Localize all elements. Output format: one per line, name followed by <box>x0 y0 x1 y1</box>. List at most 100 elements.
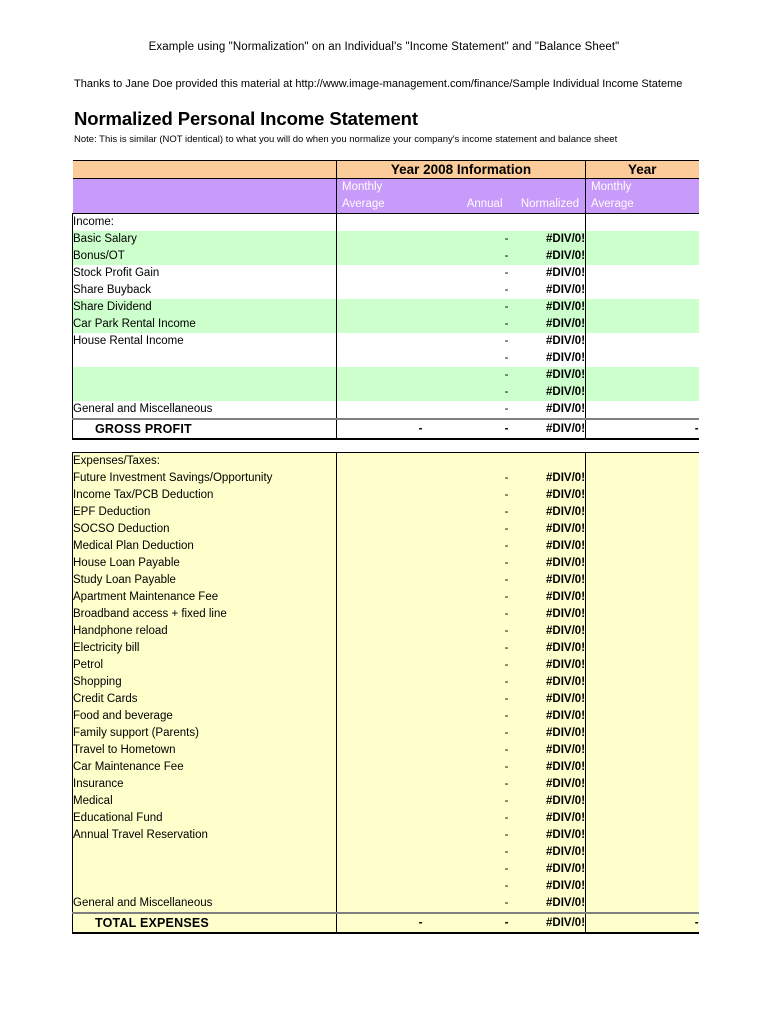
table-row: Handphone reload - #DIV/0! <box>72 623 699 640</box>
cell-normalized-y1: #DIV/0! <box>508 674 587 691</box>
cell-annual-y1: - <box>422 248 509 265</box>
total-monthly-average-y1: - <box>336 912 423 934</box>
cell-annual-y1: - <box>422 367 509 384</box>
cell-normalized-y1: #DIV/0! <box>508 470 587 487</box>
cell-monthly-average-y1 <box>336 316 423 333</box>
cell-normalized-y1: #DIV/0! <box>508 316 587 333</box>
total-annual-y1: - <box>422 418 509 440</box>
table-row: Petrol - #DIV/0! <box>72 657 699 674</box>
row-label: Food and beverage <box>72 708 337 725</box>
cell-normalized-y1: #DIV/0! <box>508 725 587 742</box>
table-row: Broadband access + fixed line - #DIV/0! <box>72 606 699 623</box>
cell-normalized-y1 <box>508 452 587 470</box>
cell-monthly-average-y2 <box>585 282 699 299</box>
row-label: Credit Cards <box>72 691 337 708</box>
cell-annual-y1: - <box>422 333 509 350</box>
table-row: Future Investment Savings/Opportunity - #D… <box>72 470 699 487</box>
row-label <box>72 878 337 895</box>
cell-monthly-average-y1 <box>336 708 423 725</box>
table-row: Income Tax/PCB Deduction - #DIV/0! <box>72 487 699 504</box>
row-label <box>72 844 337 861</box>
cell-monthly-average-y2 <box>585 452 699 470</box>
row-label: Broadband access + fixed line <box>72 606 337 623</box>
table-row: - #DIV/0! <box>72 861 699 878</box>
row-label: Handphone reload <box>72 623 337 640</box>
cell-annual-y1: - <box>422 810 509 827</box>
cell-annual-y1: - <box>422 282 509 299</box>
table-row: Car Park Rental Income - #DIV/0! <box>72 316 699 333</box>
cell-monthly-average-y2 <box>585 367 699 384</box>
cell-normalized-y1: #DIV/0! <box>508 640 587 657</box>
subheader-annual-y1: Annual <box>422 178 509 214</box>
cell-annual-y1: - <box>422 538 509 555</box>
table-group-header-row: Year 2008 Information Year <box>72 160 699 179</box>
row-label <box>72 367 337 384</box>
table-row: Shopping - #DIV/0! <box>72 674 699 691</box>
cell-monthly-average-y1 <box>336 504 423 521</box>
cell-monthly-average-y2 <box>585 589 699 606</box>
row-label: Stock Profit Gain <box>72 265 337 282</box>
total-annual-y1: - <box>422 912 509 934</box>
table-row: Bonus/OT - #DIV/0! <box>72 248 699 265</box>
cell-normalized-y1: #DIV/0! <box>508 861 587 878</box>
table-row: Electricity bill - #DIV/0! <box>72 640 699 657</box>
total-label: TOTAL EXPENSES <box>72 912 337 934</box>
cell-annual-y1: - <box>422 487 509 504</box>
row-label: General and Miscellaneous <box>72 895 337 913</box>
cell-monthly-average-y2 <box>585 248 699 265</box>
table-row: Annual Travel Reservation - #DIV/0! <box>72 827 699 844</box>
cell-annual-y1: - <box>422 265 509 282</box>
cell-annual-y1: - <box>422 384 509 401</box>
cell-monthly-average-y2 <box>585 350 699 367</box>
cell-annual-y1: - <box>422 827 509 844</box>
cell-monthly-average-y2 <box>585 810 699 827</box>
table-row: Credit Cards - #DIV/0! <box>72 691 699 708</box>
cell-monthly-average-y1 <box>336 367 423 384</box>
income-section-label: Income: <box>72 213 337 231</box>
table-row: Food and beverage - #DIV/0! <box>72 708 699 725</box>
cell-normalized-y1: #DIV/0! <box>508 810 587 827</box>
expenses-section-header-row: Expenses/Taxes: <box>72 452 699 470</box>
cell-monthly-average-y1 <box>336 384 423 401</box>
row-label <box>72 861 337 878</box>
cell-normalized-y1: #DIV/0! <box>508 282 587 299</box>
table-row: SOCSO Deduction - #DIV/0! <box>72 521 699 538</box>
row-label: Family support (Parents) <box>72 725 337 742</box>
cell-monthly-average-y2 <box>585 487 699 504</box>
cell-monthly-average-y1 <box>336 895 423 913</box>
cell-annual-y1: - <box>422 555 509 572</box>
cell-monthly-average-y1 <box>336 810 423 827</box>
cell-monthly-average-y1 <box>336 793 423 810</box>
total-normalized-y1: #DIV/0! <box>508 912 587 934</box>
cell-monthly-average-y1 <box>336 589 423 606</box>
cell-annual-y1: - <box>422 674 509 691</box>
cell-normalized-y1 <box>508 213 587 231</box>
cell-monthly-average-y1 <box>336 657 423 674</box>
row-label: Petrol <box>72 657 337 674</box>
row-label: Educational Fund <box>72 810 337 827</box>
row-label: Basic Salary <box>72 231 337 248</box>
cell-monthly-average-y1 <box>336 538 423 555</box>
table-row: Educational Fund - #DIV/0! <box>72 810 699 827</box>
row-label: General and Miscellaneous <box>72 401 337 419</box>
cell-monthly-average-y2 <box>585 555 699 572</box>
cell-monthly-average-y1 <box>336 213 423 231</box>
cell-monthly-average-y2 <box>585 640 699 657</box>
cell-monthly-average-y2 <box>585 299 699 316</box>
cell-normalized-y1: #DIV/0! <box>508 606 587 623</box>
cell-annual-y1: - <box>422 299 509 316</box>
total-expenses-row: TOTAL EXPENSES - - #DIV/0! - <box>72 912 699 934</box>
cell-annual-y1: - <box>422 691 509 708</box>
cell-annual-y1: - <box>422 572 509 589</box>
table-row: Car Maintenance Fee - #DIV/0! <box>72 759 699 776</box>
cell-monthly-average-y1 <box>336 470 423 487</box>
table-row: EPF Deduction - #DIV/0! <box>72 504 699 521</box>
cell-normalized-y1: #DIV/0! <box>508 589 587 606</box>
cell-normalized-y1: #DIV/0! <box>508 384 587 401</box>
cell-monthly-average-y2 <box>585 674 699 691</box>
table-row: Travel to Hometown - #DIV/0! <box>72 742 699 759</box>
table-row: - #DIV/0! <box>72 844 699 861</box>
cell-normalized-y1: #DIV/0! <box>508 555 587 572</box>
group-header-blank <box>72 160 337 179</box>
document-credit-line: Thanks to Jane Doe provided this materia… <box>74 78 683 90</box>
